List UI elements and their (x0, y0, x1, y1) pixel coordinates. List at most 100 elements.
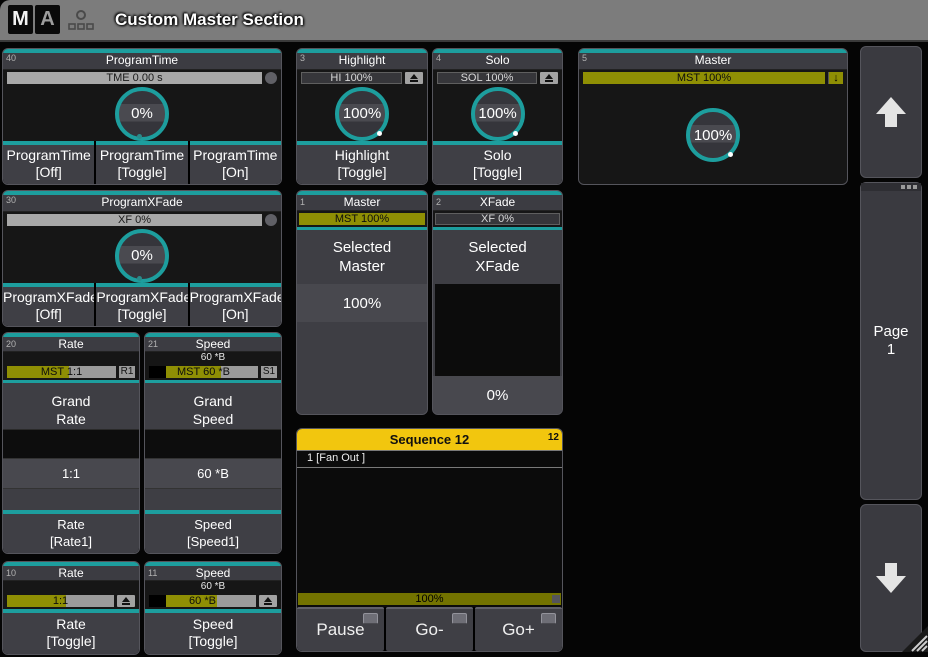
executor-grand-speed: 21 Speed 60 *B MST 60 *B S1 Grand Speed … (144, 332, 282, 554)
executor-number: 4 (436, 53, 441, 63)
programxfade-toggle-button[interactable]: ProgramXFade [Toggle] (96, 283, 187, 326)
button-led-icon (452, 613, 467, 624)
widget-title: Master (695, 53, 732, 67)
display-area (145, 429, 281, 458)
executor-number: 21 (148, 337, 158, 351)
button-led-icon (363, 613, 378, 624)
page-up-button[interactable] (860, 46, 922, 178)
solo-toggle-button[interactable]: Solo [Toggle] (433, 141, 562, 184)
rate-fader[interactable]: 1:1 (7, 595, 114, 607)
button-row: Rate [Rate1] (3, 510, 139, 553)
pause-button[interactable]: Pause (297, 607, 384, 651)
executor-number: 40 (6, 53, 16, 63)
arrow-down-icon (876, 563, 906, 593)
button-row: Rate [Toggle] (3, 609, 139, 654)
programtime-fader[interactable]: TME 0.00 s (7, 72, 262, 84)
highlight-fader[interactable]: HI 100% (301, 72, 402, 84)
eject-icon[interactable] (117, 595, 135, 607)
arrow-up-icon (876, 97, 906, 127)
programxfade-off-button[interactable]: ProgramXFade [Off] (3, 283, 94, 326)
speed-fader[interactable]: 60 *B (149, 595, 256, 607)
executor-number: 12 (548, 428, 559, 448)
spacer (297, 322, 427, 414)
value-above-bar (3, 581, 139, 593)
sequence-header[interactable]: Sequence 12 12 (297, 429, 562, 450)
sequence-master-bar[interactable]: 100% (298, 593, 561, 605)
ma-logo-a: A (35, 5, 60, 34)
executor-number: 3 (300, 53, 305, 63)
fader-handle-icon[interactable] (265, 214, 277, 226)
custom-master-section-window: M A Custom Master Section 40 ProgramTime… (0, 0, 928, 657)
ma-logo-m: M (8, 5, 33, 34)
highlight-knob[interactable]: 100% (335, 87, 389, 141)
speed-value: 60 *B (145, 458, 281, 488)
widget-title: ProgramXFade (101, 195, 182, 209)
fader-row: MST 100% ↓ (579, 70, 847, 86)
executor-number: 1 (300, 195, 305, 210)
executor-programtime: 40 ProgramTime TME 0.00 s 0% ProgramTime… (2, 48, 282, 185)
menu-dot-icon (913, 185, 917, 189)
executor-number: 11 (148, 566, 157, 580)
master-fader[interactable]: MST 100% (583, 72, 825, 84)
go-minus-button[interactable]: Go- (386, 607, 473, 651)
fader-row: MST 60 *B S1 (145, 364, 281, 380)
widget-header: 2 XFade (433, 195, 562, 211)
programxfade-fader[interactable]: XF 0% (7, 214, 262, 226)
executor-number: 5 (582, 53, 587, 63)
grand-speed-fader[interactable]: MST 60 *B (149, 366, 258, 378)
master-knob[interactable]: 100% (686, 108, 740, 162)
panel-handle[interactable] (861, 183, 921, 191)
button-row: Speed [Speed1] (145, 510, 281, 553)
selected-xfade-fader[interactable]: XF 0% (435, 213, 560, 225)
fader-row: XF 0% (3, 212, 281, 228)
session-status-icon[interactable] (68, 8, 94, 39)
page-indicator[interactable]: Page 1 (860, 182, 922, 500)
fader-black-block (149, 366, 166, 378)
page-label: Page 1 (873, 323, 908, 359)
speed-toggle-button[interactable]: Speed [Toggle] (145, 609, 281, 654)
resize-handle-icon[interactable] (902, 626, 928, 657)
cue-row[interactable]: 1 [Fan Out ] (297, 450, 562, 468)
executor-solo: 4 Solo SOL 100% 100% Solo [Toggle] (432, 48, 563, 185)
eject-icon[interactable] (259, 595, 277, 607)
value-above-bar: 60 *B (145, 581, 281, 593)
speed1-button[interactable]: Speed [Speed1] (145, 510, 281, 553)
widget-header: 1 Master (297, 195, 427, 211)
grand-rate-fader[interactable]: MST 1:1 (7, 366, 116, 378)
selected-master-fader[interactable]: MST 100% (299, 213, 425, 225)
widget-title: XFade (480, 195, 515, 209)
button-row: ProgramXFade [Off] ProgramXFade [Toggle]… (3, 283, 281, 326)
fader-row: TME 0.00 s (3, 70, 281, 86)
widget-header: 40 ProgramTime (3, 53, 281, 70)
ma-logo[interactable]: M A (8, 5, 60, 34)
fader-row: SOL 100% (433, 70, 562, 86)
programtime-toggle-button[interactable]: ProgramTime [Toggle] (96, 141, 187, 184)
button-led-icon (541, 613, 556, 624)
programxfade-knob[interactable]: 0% (115, 229, 169, 283)
solo-knob[interactable]: 100% (471, 87, 525, 141)
eject-icon[interactable] (405, 72, 423, 84)
down-arrow-icon[interactable]: ↓ (828, 72, 843, 84)
programtime-off-button[interactable]: ProgramTime [Off] (3, 141, 94, 184)
programxfade-on-button[interactable]: ProgramXFade [On] (190, 283, 281, 326)
highlight-toggle-button[interactable]: Highlight [Toggle] (297, 141, 427, 184)
crossfade-display[interactable] (435, 284, 560, 376)
programtime-on-button[interactable]: ProgramTime [On] (190, 141, 281, 184)
fader-row: 1:1 (3, 593, 139, 609)
executor-speed-toggle: 11 Speed 60 *B 60 *B Speed [Toggle] (144, 561, 282, 655)
fader-row: 60 *B (145, 593, 281, 609)
rate-toggle-button[interactable]: Rate [Toggle] (3, 609, 139, 654)
programtime-knob[interactable]: 0% (115, 87, 169, 141)
executor-grand-rate: 20 Rate MST 1:1 R1 Grand Rate 1:1 Rate [… (2, 332, 140, 554)
widget-header: 3 Highlight (297, 53, 427, 70)
rate1-button[interactable]: Rate [Rate1] (3, 510, 139, 553)
cue-list-area[interactable] (297, 468, 562, 593)
fader-handle-icon[interactable] (265, 72, 277, 84)
eject-icon[interactable] (540, 72, 558, 84)
display-area (3, 429, 139, 458)
executor-number: 20 (6, 337, 16, 351)
go-plus-button[interactable]: Go+ (475, 607, 562, 651)
solo-fader[interactable]: SOL 100% (437, 72, 537, 84)
assignment-tag: S1 (261, 366, 277, 378)
title-bar: M A Custom Master Section (0, 0, 928, 42)
